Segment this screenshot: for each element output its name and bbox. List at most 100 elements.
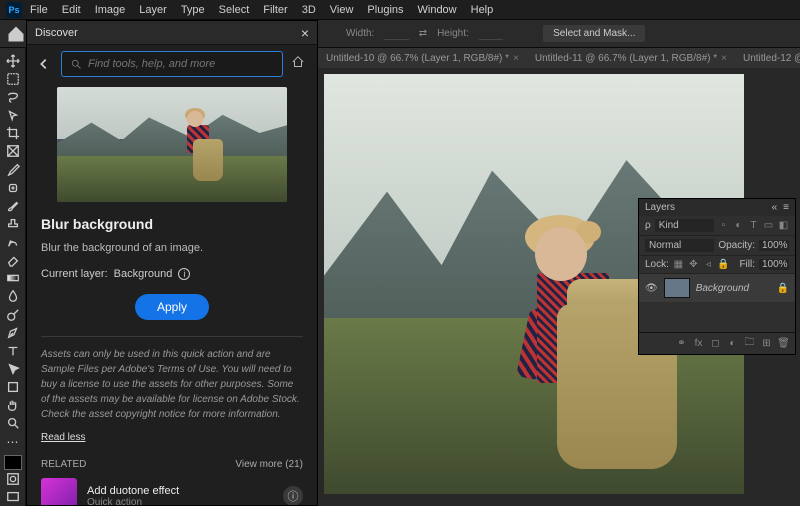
related-subtitle: Quick action: [87, 497, 273, 506]
screen-mode-icon[interactable]: [2, 489, 24, 506]
menu-3d[interactable]: 3D: [296, 4, 322, 16]
healing-tool-icon[interactable]: [2, 179, 24, 196]
quick-select-tool-icon[interactable]: [2, 106, 24, 123]
dodge-tool-icon[interactable]: [2, 306, 24, 323]
home-icon[interactable]: [6, 24, 26, 44]
close-icon[interactable]: ×: [721, 53, 727, 64]
width-label: Width:: [346, 28, 374, 39]
layer-name: Background: [696, 283, 771, 294]
lock-artboard-icon[interactable]: ◃: [703, 259, 714, 270]
layer-item-background[interactable]: 👁 Background 🔒: [639, 274, 795, 302]
more-tools-icon[interactable]: ⋯: [2, 433, 24, 450]
panel-menu-icon[interactable]: ≡: [783, 202, 789, 213]
new-layer-icon[interactable]: ⊞: [761, 338, 772, 349]
info-icon[interactable]: i: [178, 268, 190, 280]
tab-untitled-10[interactable]: Untitled-10 @ 66.7% (Layer 1, RGB/8#) *×: [318, 53, 527, 64]
related-thumb: [41, 478, 77, 505]
discover-title: Discover: [35, 27, 78, 39]
shape-tool-icon[interactable]: [2, 379, 24, 396]
gradient-tool-icon[interactable]: [2, 270, 24, 287]
menu-window[interactable]: Window: [412, 4, 463, 16]
lock-icon[interactable]: 🔒: [777, 283, 789, 294]
filter-shape-icon[interactable]: ▭: [763, 220, 774, 231]
link-layers-icon[interactable]: ⚭: [676, 338, 687, 349]
menu-file[interactable]: File: [24, 4, 54, 16]
swap-icon[interactable]: ⇄: [419, 28, 427, 39]
menu-plugins[interactable]: Plugins: [361, 4, 409, 16]
layer-mask-icon[interactable]: ◻: [710, 338, 721, 349]
tab-untitled-12[interactable]: Untitled-12 @ 71.9% (Layer 0, RGB/8)×: [735, 53, 800, 64]
brush-tool-icon[interactable]: [2, 197, 24, 214]
info-icon[interactable]: ⓘ: [283, 486, 303, 505]
related-label: RELATED: [41, 459, 86, 470]
apply-button[interactable]: Apply: [135, 294, 209, 320]
path-select-tool-icon[interactable]: [2, 360, 24, 377]
select-and-mask-button[interactable]: Select and Mask...: [543, 25, 645, 42]
menu-layer[interactable]: Layer: [133, 4, 173, 16]
current-layer-row: Current layer: Background i: [41, 268, 303, 280]
filter-adjust-icon[interactable]: ◐: [733, 220, 744, 231]
height-field[interactable]: [479, 28, 503, 40]
back-icon[interactable]: [35, 55, 53, 73]
filter-type-icon[interactable]: T: [748, 220, 759, 231]
home-icon[interactable]: [291, 55, 309, 73]
eraser-tool-icon[interactable]: [2, 252, 24, 269]
eyedropper-tool-icon[interactable]: [2, 161, 24, 178]
quick-mask-icon[interactable]: [2, 471, 24, 488]
delete-layer-icon[interactable]: 🗑: [778, 338, 789, 349]
tab-untitled-11[interactable]: Untitled-11 @ 66.7% (Layer 1, RGB/8#) *×: [527, 53, 735, 64]
crop-tool-icon[interactable]: [2, 125, 24, 142]
opacity-field[interactable]: 100%: [759, 240, 789, 251]
width-field[interactable]: [384, 28, 408, 40]
stamp-tool-icon[interactable]: [2, 215, 24, 232]
tools-panel: ⋯: [0, 48, 26, 506]
filter-pixel-icon[interactable]: ▫: [718, 220, 729, 231]
action-description: Blur the background of an image.: [41, 242, 303, 254]
menu-help[interactable]: Help: [465, 4, 500, 16]
menu-edit[interactable]: Edit: [56, 4, 87, 16]
blend-mode-select[interactable]: Normal: [645, 239, 714, 252]
app-logo: Ps: [6, 2, 22, 18]
view-more-link[interactable]: View more (21): [235, 459, 303, 470]
lock-all-icon[interactable]: 🔒: [718, 259, 729, 270]
visibility-icon[interactable]: 👁: [645, 283, 658, 294]
foreground-color-swatch[interactable]: [4, 455, 22, 469]
read-less-link[interactable]: Read less: [41, 432, 85, 443]
menu-bar: Ps File Edit Image Layer Type Select Fil…: [0, 0, 800, 20]
menu-view[interactable]: View: [324, 4, 360, 16]
menu-select[interactable]: Select: [213, 4, 256, 16]
action-heading: Blur background: [41, 216, 303, 232]
lock-position-icon[interactable]: ✥: [688, 259, 699, 270]
menu-filter[interactable]: Filter: [257, 4, 293, 16]
search-input[interactable]: [61, 51, 283, 77]
layer-fx-icon[interactable]: fx: [693, 338, 704, 349]
related-title: Add duotone effect: [87, 485, 273, 497]
close-icon[interactable]: ×: [301, 25, 309, 41]
discover-panel: Discover × After Blur background Blur th…: [26, 20, 318, 506]
search-icon: [70, 58, 82, 70]
legal-text: Assets can only be used in this quick ac…: [41, 347, 303, 422]
frame-tool-icon[interactable]: [2, 143, 24, 160]
lock-pixels-icon[interactable]: ▦: [673, 259, 684, 270]
lasso-tool-icon[interactable]: [2, 88, 24, 105]
marquee-tool-icon[interactable]: [2, 70, 24, 87]
height-label: Height:: [437, 28, 469, 39]
adjustment-layer-icon[interactable]: ◐: [727, 338, 738, 349]
group-icon[interactable]: 🗀: [744, 338, 755, 349]
zoom-tool-icon[interactable]: [2, 415, 24, 432]
layer-kind-select[interactable]: Kind: [655, 219, 714, 232]
close-icon[interactable]: ×: [513, 53, 519, 64]
related-item[interactable]: Add duotone effect Quick action ⓘ: [41, 470, 303, 505]
menu-type[interactable]: Type: [175, 4, 211, 16]
panel-collapse-icon[interactable]: «: [772, 202, 778, 213]
move-tool-icon[interactable]: [2, 52, 24, 69]
pen-tool-icon[interactable]: [2, 324, 24, 341]
fill-field[interactable]: 100%: [759, 259, 789, 270]
menu-image[interactable]: Image: [89, 4, 132, 16]
layer-thumbnail: [664, 278, 690, 298]
blur-tool-icon[interactable]: [2, 288, 24, 305]
type-tool-icon[interactable]: [2, 342, 24, 359]
hand-tool-icon[interactable]: [2, 397, 24, 414]
history-brush-tool-icon[interactable]: [2, 233, 24, 250]
filter-smart-icon[interactable]: ◧: [778, 220, 789, 231]
